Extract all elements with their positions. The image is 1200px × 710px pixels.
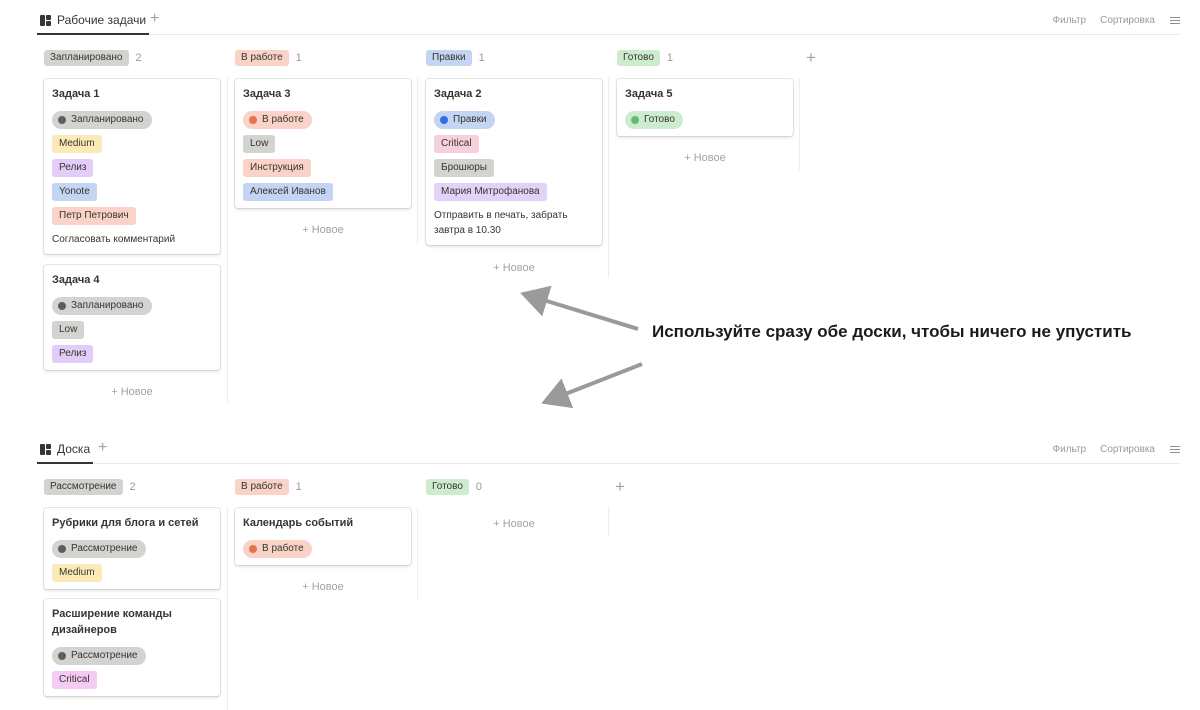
board2-tab-label: Доска <box>57 442 91 456</box>
status-dot-icon <box>58 652 66 660</box>
arrow-icon <box>520 285 639 331</box>
status-dot-icon <box>58 545 66 553</box>
board2-col-header-review[interactable]: Рассмотрение 2 <box>44 479 136 495</box>
card-title: Расширение команды дизайнеров <box>52 608 172 636</box>
group-count: 0 <box>475 481 483 493</box>
column-divider <box>227 507 228 710</box>
board-card[interactable]: Календарь событий В работе <box>235 508 411 565</box>
board-view-icon <box>40 444 51 455</box>
status-label: Рассмотрение <box>71 543 138 554</box>
new-card-button[interactable]: + Новое <box>426 518 602 530</box>
group-label: В работе <box>235 479 289 495</box>
board-card[interactable]: Расширение команды дизайнеров Рассмотрен… <box>44 599 220 696</box>
column-divider <box>608 507 609 537</box>
filter-button[interactable]: Фильтр <box>1053 444 1087 455</box>
add-group-button[interactable]: + <box>615 478 625 495</box>
sort-button[interactable]: Сортировка <box>1100 444 1155 455</box>
status-dot-icon <box>249 545 257 553</box>
new-card-button[interactable]: + Новое <box>235 581 411 593</box>
board2-col-header-done[interactable]: Готово 0 <box>426 479 482 495</box>
group-label: Рассмотрение <box>44 479 123 495</box>
card-title: Календарь событий <box>243 517 354 529</box>
arrow-icon <box>541 362 643 409</box>
status-label: В работе <box>262 543 304 554</box>
status-pill: Рассмотрение <box>52 540 146 558</box>
board2-view-tab[interactable]: Доска <box>37 442 94 464</box>
group-label: Готово <box>426 479 469 495</box>
add-view-button[interactable]: + <box>98 439 107 457</box>
more-menu-icon[interactable] <box>1170 445 1180 454</box>
status-pill: Рассмотрение <box>52 647 146 665</box>
status-label: Рассмотрение <box>71 650 138 661</box>
board2-col-header-inwork[interactable]: В работе 1 <box>235 479 302 495</box>
board-card[interactable]: Рубрики для блога и сетей Рассмотрение M… <box>44 508 220 589</box>
group-count: 1 <box>295 481 302 493</box>
card-title: Рубрики для блога и сетей <box>52 517 199 529</box>
priority-tag: Critical <box>52 671 97 689</box>
board2-view-bar: Доска + Фильтр Сортировка <box>37 439 1180 464</box>
board2-toolbar: Фильтр Сортировка <box>1053 442 1180 457</box>
status-pill: В работе <box>243 540 312 558</box>
priority-tag: Medium <box>52 564 102 582</box>
column-divider <box>417 507 418 599</box>
group-count: 2 <box>129 481 136 493</box>
